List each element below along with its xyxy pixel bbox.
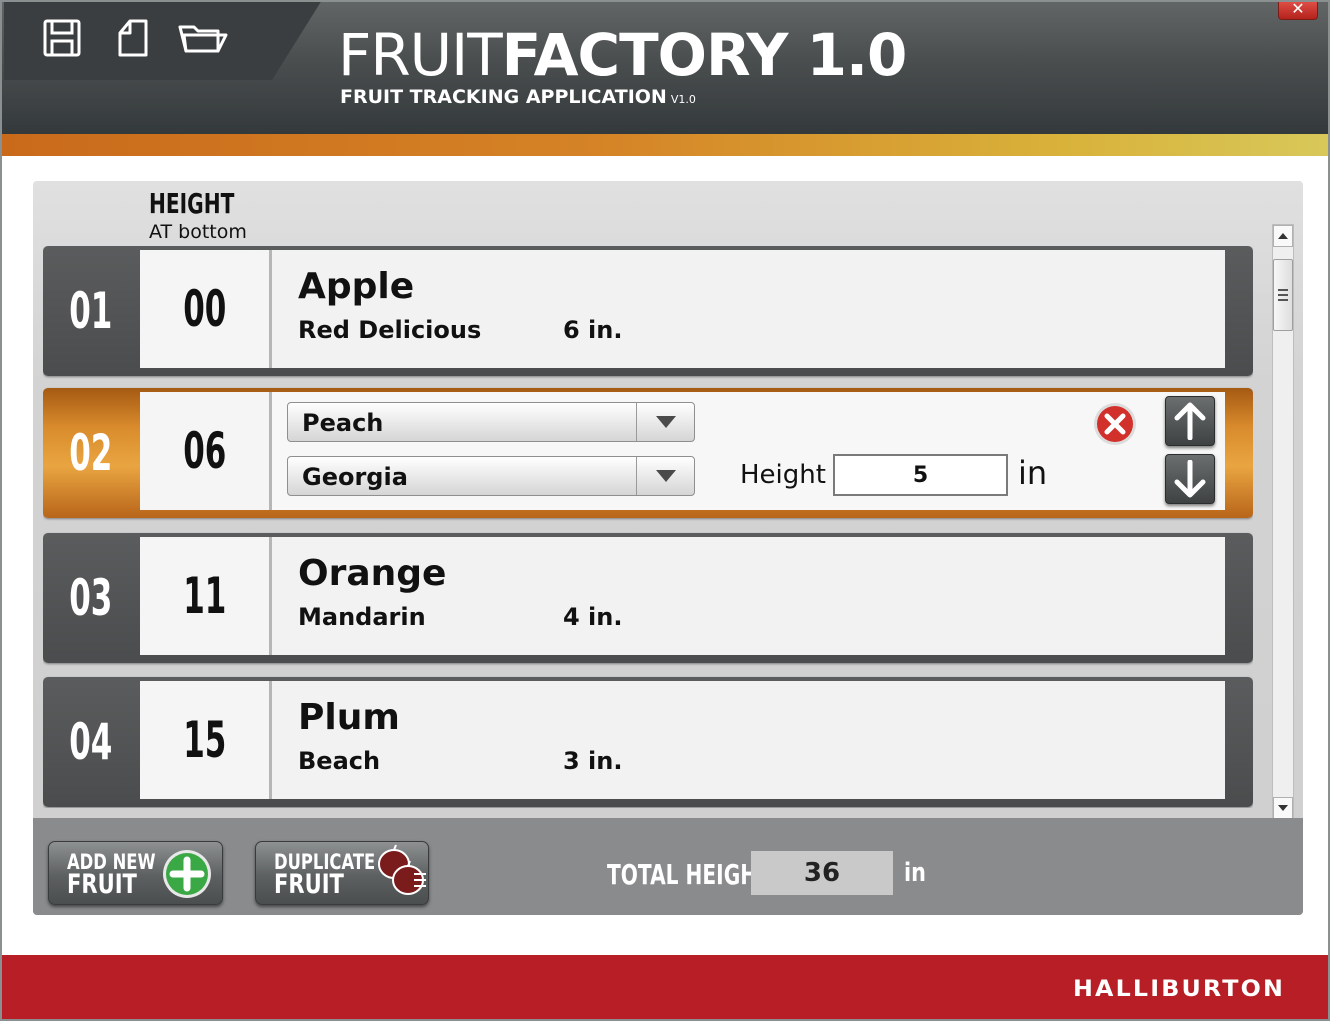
app-title: FRUITFACTORY 1.0 <box>338 21 908 89</box>
duplicate-apples-icon <box>378 844 426 895</box>
height-unit-label: in <box>1018 454 1048 492</box>
chevron-down-icon[interactable] <box>636 457 694 495</box>
scroll-thumb[interactable] <box>1273 259 1293 331</box>
subtitle-text: FRUIT TRACKING APPLICATION <box>340 86 667 108</box>
toolbar <box>4 0 322 80</box>
fruit-list: 01 00 Apple Red Delicious 6 in. 02 06 Pe… <box>43 246 1253 808</box>
row-height-text: 00 <box>182 280 227 338</box>
fruit-size: 4 in. <box>563 603 623 631</box>
total-height-value: 36 <box>751 851 893 895</box>
arrow-down-icon <box>1174 460 1206 498</box>
close-button[interactable]: ✕ <box>1278 0 1318 20</box>
height-column-header: HEIGHT AT bottom <box>149 187 268 244</box>
scroll-down-button[interactable] <box>1273 797 1293 819</box>
fruit-name-select[interactable]: Peach <box>287 402 695 442</box>
row-height-text: 11 <box>182 567 227 625</box>
fruit-variety: Red Delicious <box>298 316 482 344</box>
fruit-variety-select[interactable]: Georgia <box>287 456 695 496</box>
arrow-up-icon <box>1174 402 1206 440</box>
fruit-row-3[interactable]: 03 11 Orange Mandarin 4 in. <box>43 533 1253 663</box>
fruit-name: Plum <box>298 697 400 738</box>
plus-icon <box>163 850 211 898</box>
row-height-text: 06 <box>182 422 227 480</box>
app-subtitle: FRUIT TRACKING APPLICATION V1.0 <box>340 86 696 108</box>
fruit-size: 3 in. <box>563 747 623 775</box>
triangle-down-icon <box>1278 805 1288 811</box>
accent-bar <box>0 134 1330 156</box>
row-index: 02 <box>43 388 139 518</box>
fruit-name: Apple <box>298 266 415 307</box>
move-down-button[interactable] <box>1165 454 1215 504</box>
row-height: 15 <box>140 681 272 799</box>
open-folder-icon[interactable] <box>176 14 232 62</box>
fruit-name: Orange <box>298 553 447 594</box>
row-index: 01 <box>43 246 139 376</box>
duplicate-button-line2: FRUIT <box>274 869 344 900</box>
add-button-line2: FRUIT <box>67 869 137 900</box>
fruit-variety: Mandarin <box>298 603 426 631</box>
fruit-variety: Beach <box>298 747 381 775</box>
row-height: 06 <box>140 392 272 510</box>
fruit-row-2[interactable]: 02 06 Peach Georgia Height in <box>43 388 1253 518</box>
row-index: 04 <box>43 677 139 807</box>
height-column-title: HEIGHT <box>149 187 235 220</box>
chevron-down-icon[interactable] <box>636 403 694 441</box>
duplicate-fruit-button[interactable]: DUPLICATE FRUIT <box>255 841 429 905</box>
row-index-text: 03 <box>69 569 113 627</box>
grip-icon <box>1278 289 1288 301</box>
triangle-up-icon <box>1278 233 1288 239</box>
height-column-subtitle: AT bottom <box>149 221 247 243</box>
scroll-up-button[interactable] <box>1273 225 1293 247</box>
version-label: V1.0 <box>670 93 696 106</box>
fruit-row-4[interactable]: 04 15 Plum Beach 3 in. <box>43 677 1253 807</box>
move-up-button[interactable] <box>1165 396 1215 446</box>
fruit-size: 6 in. <box>563 316 623 344</box>
list-scrollbar[interactable] <box>1272 224 1294 820</box>
row-index-text: 04 <box>69 713 113 771</box>
total-height-label: TOTAL HEIGHT <box>607 858 771 891</box>
height-input[interactable] <box>833 454 1008 496</box>
fruit-name-select-value: Peach <box>302 409 384 437</box>
add-new-fruit-button[interactable]: ADD NEW FRUIT <box>48 841 223 905</box>
row-index-text: 02 <box>69 424 113 482</box>
row-index-text: 01 <box>69 282 113 340</box>
delete-icon[interactable] <box>1093 402 1137 446</box>
row-height-text: 15 <box>182 711 227 769</box>
row-height: 00 <box>140 250 272 368</box>
title-light: FRUIT <box>338 21 503 89</box>
total-height-unit: in <box>904 858 926 888</box>
halliburton-logo: HALLIBURTON <box>1073 977 1286 1002</box>
row-index: 03 <box>43 533 139 663</box>
fruit-variety-select-value: Georgia <box>302 463 408 491</box>
fruit-row-1[interactable]: 01 00 Apple Red Delicious 6 in. <box>43 246 1253 376</box>
save-icon[interactable] <box>40 14 84 62</box>
height-field-label: Height <box>740 460 826 490</box>
title-bold: FACTORY 1.0 <box>501 21 908 89</box>
app-header: FRUITFACTORY 1.0 FRUIT TRACKING APPLICAT… <box>0 0 1330 134</box>
new-file-icon[interactable] <box>110 14 154 62</box>
row-height: 11 <box>140 537 272 655</box>
